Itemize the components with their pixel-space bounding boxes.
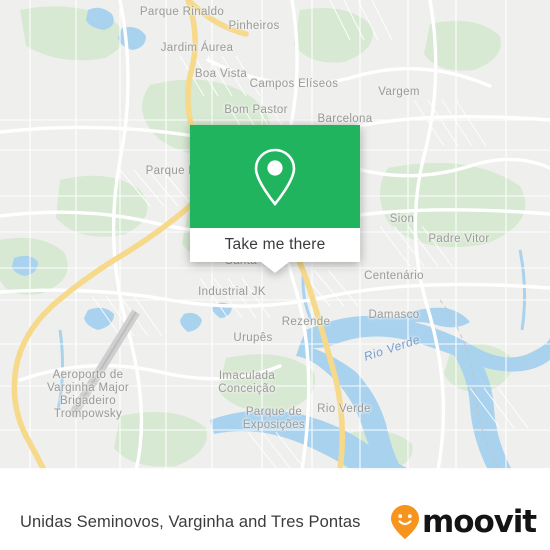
popup-pointer xyxy=(261,262,289,273)
moovit-logo[interactable]: moovit xyxy=(390,503,537,540)
take-me-there-label: Take me there xyxy=(224,236,326,253)
venue-title: Unidas Seminovos, Varginha and Tres Pont… xyxy=(20,512,361,531)
footer-bar: Unidas Seminovos, Varginha and Tres Pont… xyxy=(0,494,550,550)
location-pin-icon xyxy=(254,148,296,206)
map-attribution[interactable]: © OpenStreetMap contributors | © OpenMap… xyxy=(0,468,550,470)
moovit-wordmark: moovit xyxy=(422,503,537,540)
take-me-there-button[interactable]: Take me there xyxy=(190,228,360,262)
moovit-map-screenshot: Parque Rinaldo Pinheiros Jardim Áurea Boa V… xyxy=(0,0,550,550)
map-canvas[interactable]: Parque Rinaldo Pinheiros Jardim Áurea Boa V… xyxy=(0,0,550,470)
popup-image-area xyxy=(190,125,360,228)
place-popup-card[interactable]: Take me there xyxy=(190,125,360,273)
moovit-pin-smiley-icon xyxy=(391,505,420,539)
